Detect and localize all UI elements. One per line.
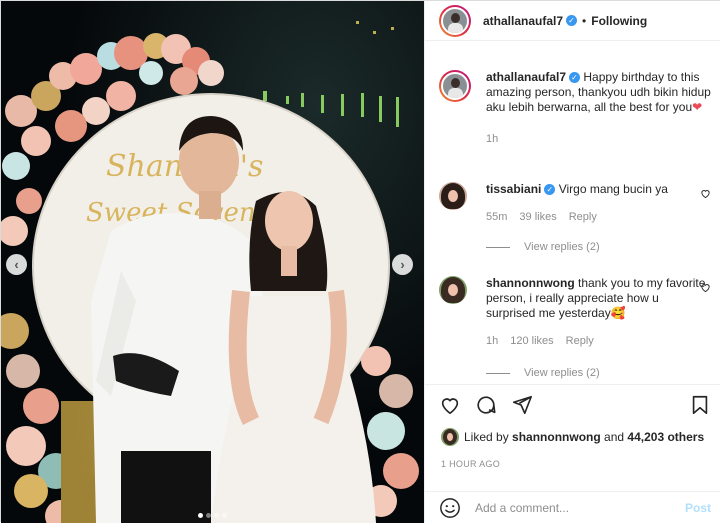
- action-bar: [425, 384, 720, 424]
- header-separator: •: [582, 13, 587, 28]
- share-icon[interactable]: [511, 394, 533, 416]
- author-avatar[interactable]: [439, 4, 471, 37]
- add-comment-bar: Post: [425, 491, 720, 523]
- post-button[interactable]: Post: [685, 501, 711, 515]
- post-side-panel: athallanaufal7 ✓ • Following athallanauf…: [424, 1, 720, 523]
- chevron-right-icon: ›: [400, 257, 405, 272]
- comment-text: tissabiani ✓ Virgo mang bucin ya: [486, 182, 711, 197]
- view-replies-label[interactable]: View replies (2): [524, 367, 600, 379]
- liked-by-and: and: [604, 430, 625, 444]
- caption: athallanaufal7 ✓ Happy birthday to this a…: [439, 70, 711, 145]
- comment-likes[interactable]: 120 likes: [510, 335, 553, 347]
- comment-input[interactable]: [475, 500, 675, 515]
- comment-likes[interactable]: 39 likes: [519, 211, 556, 223]
- view-replies-button[interactable]: View replies (2): [486, 241, 600, 253]
- comment-item: tissabiani ✓ Virgo mang bucin ya 55m 39 l…: [439, 182, 711, 223]
- carousel-dot: [214, 513, 219, 518]
- view-replies-label[interactable]: View replies (2): [524, 241, 600, 253]
- commenter-avatar[interactable]: [439, 276, 467, 304]
- reply-button[interactable]: Reply: [566, 335, 594, 347]
- verified-icon: ✓: [544, 184, 556, 196]
- comment-username[interactable]: tissabiani: [486, 182, 541, 196]
- chevron-left-icon: ‹: [14, 257, 19, 272]
- bookmark-icon[interactable]: [689, 394, 711, 416]
- comments-list[interactable]: athallanaufal7 ✓ Happy birthday to this a…: [425, 42, 720, 384]
- comment-username[interactable]: shannonnwong: [486, 276, 575, 290]
- smiling-hearts-emoji: 🥰: [610, 306, 626, 320]
- carousel-indicator: [1, 513, 424, 518]
- replies-divider: [486, 246, 510, 248]
- caption-meta: 1h: [486, 133, 711, 145]
- carousel-dot: [222, 513, 227, 518]
- comment-time[interactable]: 1h: [486, 335, 498, 347]
- verified-icon: ✓: [569, 72, 581, 84]
- caption-time[interactable]: 1h: [486, 133, 498, 145]
- post-modal: Shannon's Sweet Seventeen: [0, 0, 720, 523]
- following-button[interactable]: Following: [591, 14, 647, 28]
- replies-divider: [486, 372, 510, 374]
- comment-time[interactable]: 55m: [486, 211, 507, 223]
- liked-by-user[interactable]: shannonnwong: [512, 430, 601, 444]
- post-timestamp[interactable]: 1 HOUR AGO: [441, 459, 500, 469]
- emoji-icon[interactable]: [439, 497, 461, 519]
- comment-meta: 1h 120 likes Reply: [486, 335, 711, 347]
- comment-text: shannonnwong thank you to my favorite pe…: [486, 276, 711, 321]
- reply-button[interactable]: Reply: [569, 211, 597, 223]
- post-photo[interactable]: Shannon's Sweet Seventeen: [1, 1, 424, 523]
- post-header: athallanaufal7 ✓ • Following: [425, 1, 720, 41]
- liked-by-prefix: Liked by: [464, 430, 509, 444]
- next-photo-button[interactable]: ›: [392, 254, 413, 275]
- caption-text: athallanaufal7 ✓ Happy birthday to this a…: [486, 70, 711, 115]
- comment-item: shannonnwong thank you to my favorite pe…: [439, 276, 711, 347]
- caption-avatar[interactable]: [439, 70, 471, 102]
- liked-by: Liked by shannonnwong and 44,203 others: [441, 428, 704, 446]
- photo-scene: Shannon's Sweet Seventeen: [1, 1, 424, 523]
- prev-photo-button[interactable]: ‹: [6, 254, 27, 275]
- carousel-dot: [198, 513, 203, 518]
- liked-by-others[interactable]: 44,203 others: [627, 430, 704, 444]
- comment-meta: 55m 39 likes Reply: [486, 211, 711, 223]
- heart-emoji: ❤: [692, 100, 703, 114]
- commenter-avatar[interactable]: [439, 182, 467, 210]
- heart-icon[interactable]: [700, 188, 711, 199]
- heart-icon[interactable]: [439, 394, 461, 416]
- carousel-dot: [206, 513, 211, 518]
- liker-avatar[interactable]: [441, 428, 459, 446]
- caption-username[interactable]: athallanaufal7: [486, 70, 566, 84]
- verified-icon: ✓: [566, 15, 578, 26]
- comment-body: Virgo mang bucin ya: [558, 182, 668, 196]
- comment-icon[interactable]: [475, 394, 497, 416]
- heart-icon[interactable]: [700, 282, 711, 293]
- view-replies-button[interactable]: View replies (2): [486, 367, 600, 379]
- author-username[interactable]: athallanaufal7: [483, 14, 563, 28]
